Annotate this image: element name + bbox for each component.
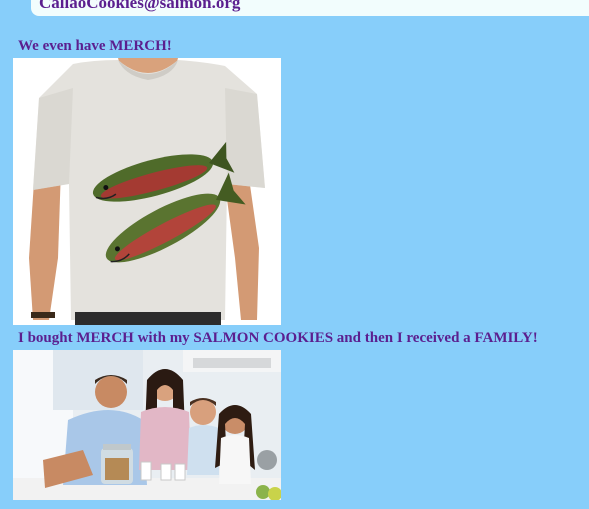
family-photo-image bbox=[13, 350, 281, 500]
contact-email[interactable]: CallaoCookies@salmon.org bbox=[39, 0, 240, 13]
merch-tshirt-image bbox=[13, 58, 281, 325]
family-caption: I bought MERCH with my SALMON COOKIES an… bbox=[18, 330, 538, 346]
merch-caption: We even have MERCH! bbox=[18, 38, 172, 54]
contact-card: CallaoCookies@salmon.org bbox=[31, 0, 589, 16]
page: CallaoCookies@salmon.org We even have ME… bbox=[0, 0, 589, 509]
